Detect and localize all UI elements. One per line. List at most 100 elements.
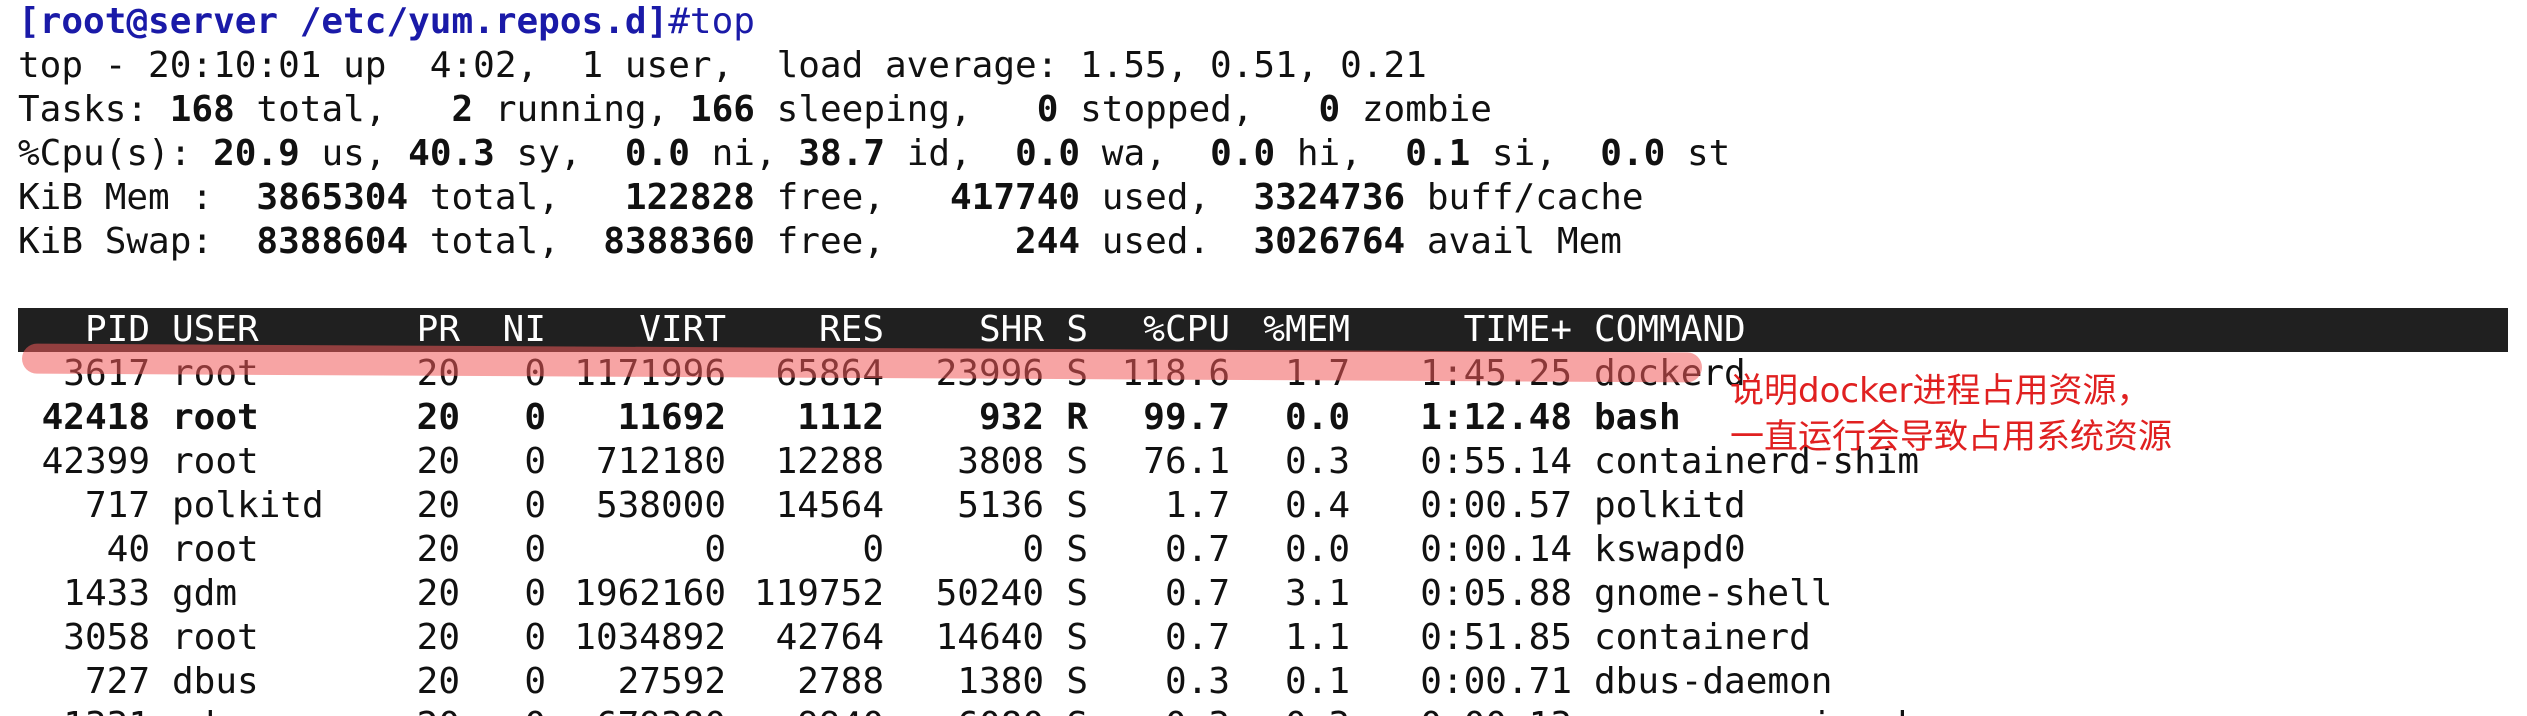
- cell-pid: 1331: [18, 704, 150, 716]
- cell-cpu: 0.3: [1164, 661, 1230, 702]
- cell-s: S: [1066, 485, 1088, 526]
- tasks-total: 168: [169, 89, 235, 130]
- cell-ni: 0: [524, 617, 546, 658]
- table-row: 717 polkitd 20 0 538000 14564 5136 S 1.7 0.4 0:00.…: [18, 484, 2508, 528]
- annotation-line-1: 说明docker进程占用资源，: [1730, 371, 2151, 411]
- cell-pid: 40: [106, 529, 150, 570]
- cell-shr: 0: [1022, 529, 1044, 570]
- cell-virt: 1962160: [574, 573, 726, 614]
- cell-shr: 3808: [957, 441, 1044, 482]
- cell-pr: 20: [416, 397, 460, 438]
- cell-pid: 42399: [41, 441, 150, 482]
- cell-time: 0:55.14: [1420, 441, 1572, 482]
- cell-res: 0: [862, 529, 884, 570]
- tasks-running: 2: [451, 89, 474, 130]
- cell-s: S: [1066, 441, 1088, 482]
- cell-virt: 0: [704, 529, 726, 570]
- cell-ni: 0: [524, 661, 546, 702]
- cpu-line: %Cpu(s): 20.9 us, 40.3 sy, 0.0 ni, 38.7 …: [18, 133, 1731, 174]
- cell-cpu: 0.7: [1164, 573, 1230, 614]
- cell-user: root: [172, 441, 259, 482]
- cell-time: 1:12.48: [1420, 397, 1572, 438]
- table-row: 1331gdm20067938099406080S0.30.30:00.13gn…: [18, 704, 2508, 716]
- cell-user: root: [172, 397, 259, 438]
- cell-command: gnome-shell: [1594, 573, 1833, 614]
- cell-res: 2788: [797, 661, 884, 702]
- cell-s: S: [1066, 617, 1088, 658]
- cell-pr: 20: [416, 529, 460, 570]
- cell-pr: 20: [416, 573, 460, 614]
- cell-user: dbus: [172, 661, 259, 702]
- cell-res: 119752: [753, 573, 884, 614]
- col-command: COMMAND: [1594, 309, 1746, 350]
- table-row: 40 root 20 0 0 0 0 S 0.7 0.0 0:00.14 kswapd0: [18, 528, 2508, 572]
- cell-user: gdm: [172, 573, 238, 614]
- cell-s: S: [1044, 704, 1088, 716]
- cell-virt: 11692: [617, 397, 726, 438]
- cell-time: 0:00.13: [1350, 704, 1572, 716]
- cell-cpu: 0.7: [1164, 617, 1230, 658]
- table-row: 1433 gdm 20 0 1962160 119752 50240 S 0.7 3.1 0:05.…: [18, 572, 2508, 616]
- cell-user: root: [172, 617, 259, 658]
- col-virt: VIRT: [639, 309, 726, 350]
- prompt-command: #top: [668, 1, 755, 42]
- cell-s: S: [1066, 661, 1088, 702]
- cell-cpu: 99.7: [1143, 397, 1230, 438]
- cell-res: 12288: [775, 441, 884, 482]
- cell-s: S: [1066, 529, 1088, 570]
- tasks-line: Tasks: 168 total, 2 running, 166 sleepin…: [18, 89, 1492, 130]
- cell-cpu: 0.7: [1164, 529, 1230, 570]
- mem-line: KiB Mem : 3865304 total, 122828 free, 41…: [18, 177, 1644, 218]
- cell-cpu: 0.3: [1088, 704, 1230, 716]
- swap-line: KiB Swap: 8388604 total, 8388360 free, 2…: [18, 221, 1622, 262]
- cell-res: 9940: [726, 704, 884, 716]
- cell-virt: 1034892: [574, 617, 726, 658]
- cell-mem: 1.1: [1284, 617, 1350, 658]
- cell-res: 42764: [775, 617, 884, 658]
- cell-command: gnome-session-b: [1572, 704, 2014, 716]
- cell-ni: 0: [524, 397, 546, 438]
- col-time: TIME+: [1463, 309, 1572, 350]
- cell-pid: 727: [84, 661, 150, 702]
- cell-ni: 0: [524, 573, 546, 614]
- cell-mem: 3.1: [1284, 573, 1350, 614]
- cell-s: S: [1066, 573, 1088, 614]
- cell-pid: 42418: [41, 397, 150, 438]
- cell-pid: 717: [84, 485, 150, 526]
- cell-command: kswapd0: [1594, 529, 1746, 570]
- cell-shr: 932: [978, 397, 1044, 438]
- cell-ni: 0: [460, 704, 546, 716]
- cell-ni: 0: [524, 441, 546, 482]
- col-mem: %MEM: [1263, 309, 1350, 350]
- col-res: RES: [818, 309, 884, 350]
- col-cpu: %CPU: [1143, 309, 1230, 350]
- cell-pid: 3058: [63, 617, 150, 658]
- cell-mem: 0.0: [1284, 397, 1350, 438]
- cell-shr: 1380: [957, 661, 1044, 702]
- cell-mem: 0.0: [1284, 529, 1350, 570]
- prompt-line: [root@server /etc/yum.repos.d]#top: [18, 0, 2508, 44]
- cell-shr: 5136: [957, 485, 1044, 526]
- cell-shr: 14640: [935, 617, 1044, 658]
- uptime-line: top - 20:10:01 up 4:02, 1 user, load ave…: [18, 45, 1427, 86]
- cell-ni: 0: [524, 485, 546, 526]
- cell-cpu: 1.7: [1164, 485, 1230, 526]
- cell-virt: 538000: [595, 485, 726, 526]
- cell-s: R: [1066, 397, 1088, 438]
- table-row: 3058 root 20 0 1034892 42764 14640 S 0.7 1.1 0:51.…: [18, 616, 2508, 660]
- prompt-path: [root@server /etc/yum.repos.d]: [18, 1, 669, 42]
- cell-virt: 712180: [595, 441, 726, 482]
- cell-user: polkitd: [172, 485, 324, 526]
- cell-user: gdm: [150, 704, 392, 716]
- cell-pr: 20: [392, 704, 460, 716]
- cell-mem: 0.3: [1230, 704, 1350, 716]
- cell-res: 14564: [775, 485, 884, 526]
- tasks-sleeping: 166: [689, 89, 755, 130]
- tasks-stopped: 0: [1036, 89, 1059, 130]
- cell-ni: 0: [524, 529, 546, 570]
- annotation-line-2: 一直运行会导致占用系统资源: [1730, 417, 2172, 457]
- cell-pr: 20: [416, 485, 460, 526]
- cell-time: 0:05.88: [1420, 573, 1572, 614]
- cell-command: polkitd: [1594, 485, 1746, 526]
